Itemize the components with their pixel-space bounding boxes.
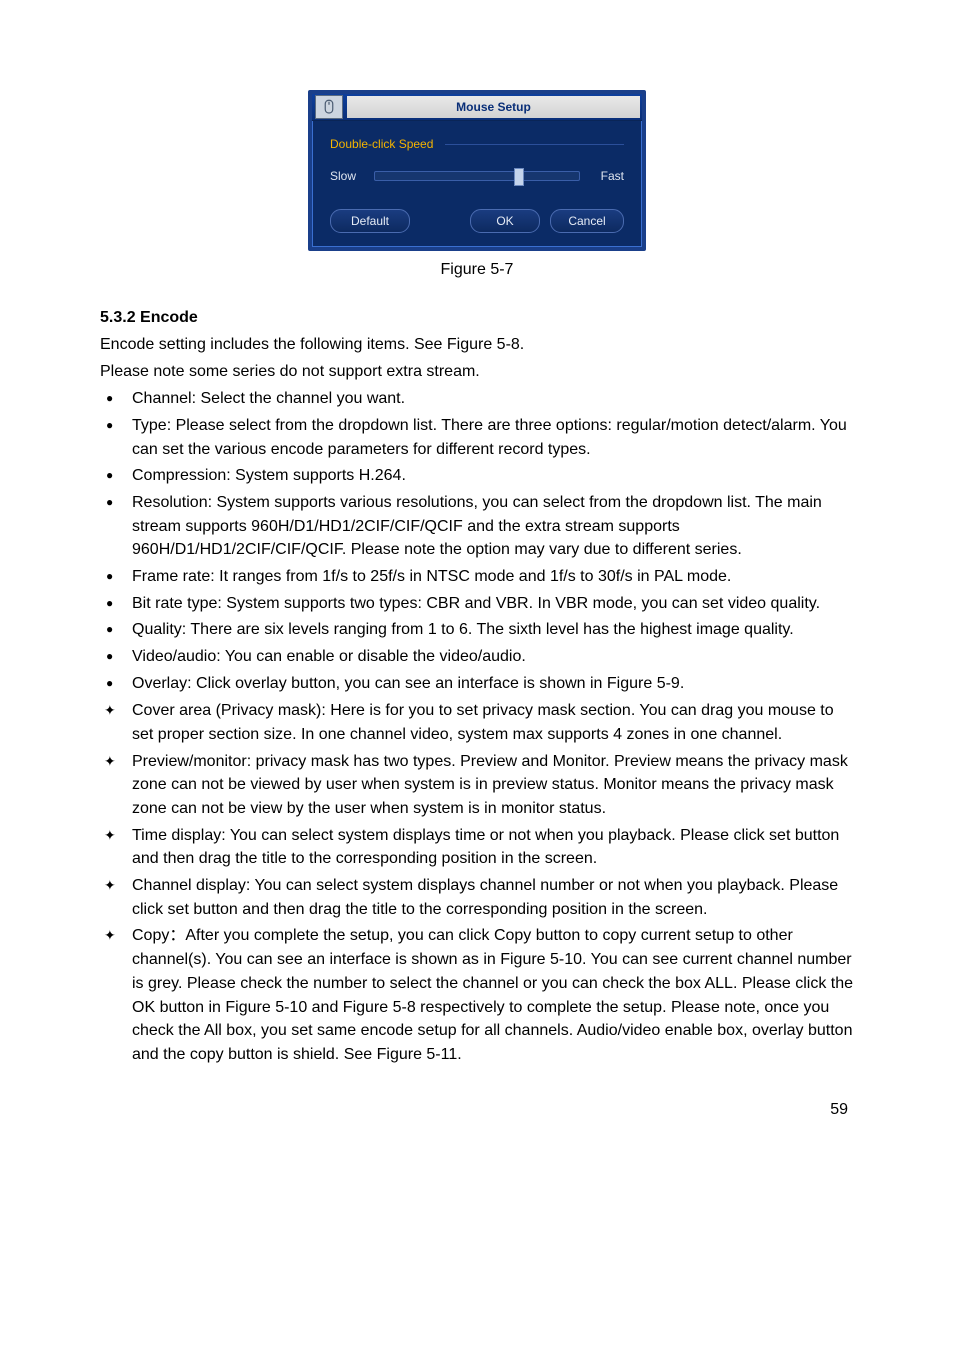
cancel-button[interactable]: Cancel [550,209,624,233]
list-item: Channel: Select the channel you want. [100,387,854,411]
bullet-list: Channel: Select the channel you want. Ty… [100,387,854,695]
speed-slider[interactable] [374,171,580,181]
list-item: Type: Please select from the dropdown li… [100,414,854,461]
intro-line-1: Encode setting includes the following it… [100,333,854,356]
diamond-list: Cover area (Privacy mask): Here is for y… [100,699,854,1066]
fast-label: Fast [588,169,624,183]
default-button[interactable]: Default [330,209,410,233]
page-number: 59 [100,1101,854,1119]
dialog-title: Mouse Setup [347,96,640,118]
list-item: Bit rate type: System supports two types… [100,592,854,616]
figure-caption: Figure 5-7 [100,261,854,279]
list-item: Compression: System supports H.264. [100,464,854,488]
list-item: Resolution: System supports various reso… [100,491,854,562]
list-item: Frame rate: It ranges from 1f/s to 25f/s… [100,565,854,589]
slider-thumb[interactable] [514,168,524,186]
mouse-icon [315,95,343,119]
list-item: Copy：After you complete the setup, you c… [100,924,854,1066]
dialog-titlebar: Mouse Setup [312,94,642,121]
list-item: Overlay: Click overlay button, you can s… [100,672,854,696]
slow-label: Slow [330,169,366,183]
list-item: Video/audio: You can enable or disable t… [100,645,854,669]
section-heading-encode: 5.3.2 Encode [100,309,854,327]
double-click-speed-label: Double-click Speed [330,137,624,151]
list-item: Preview/monitor: privacy mask has two ty… [100,750,854,821]
ok-button[interactable]: OK [470,209,540,233]
list-item: Quality: There are six levels ranging fr… [100,618,854,642]
mouse-setup-dialog-figure: Mouse Setup Double-click Speed Slow Fast… [100,90,854,251]
list-item: Channel display: You can select system d… [100,874,854,921]
list-item: Time display: You can select system disp… [100,824,854,871]
list-item: Cover area (Privacy mask): Here is for y… [100,699,854,746]
mouse-setup-dialog: Mouse Setup Double-click Speed Slow Fast… [308,90,646,251]
intro-line-2: Please note some series do not support e… [100,360,854,383]
